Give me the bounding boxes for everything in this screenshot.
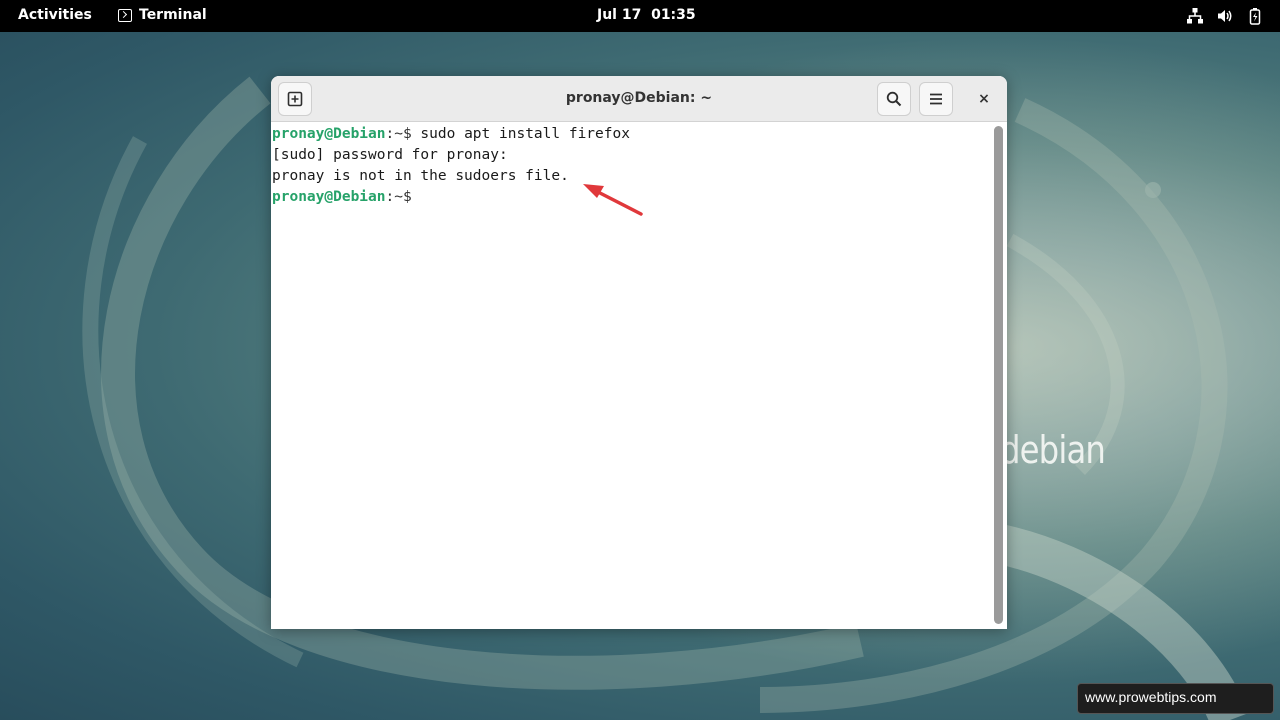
close-button[interactable]: × <box>973 88 995 110</box>
terminal-line: pronay@Debian:~$ <box>272 187 993 208</box>
top-bar: Activities Terminal Jul 17 01:35 <box>0 0 1280 32</box>
window-headerbar[interactable]: pronay@Debian: ~ × <box>271 76 1007 122</box>
terminal-output[interactable]: pronay@Debian:~$ sudo apt install firefo… <box>271 123 993 629</box>
battery-icon[interactable] <box>1246 7 1264 25</box>
prompt-user: pronay@Debian <box>272 126 386 142</box>
command-text: sudo apt install firefox <box>411 126 630 142</box>
close-icon: × <box>978 91 990 107</box>
activities-button[interactable]: Activities <box>18 7 92 23</box>
debian-logo-text: debian <box>1000 428 1106 472</box>
search-icon <box>886 91 902 107</box>
app-menu-terminal[interactable]: Terminal <box>118 7 207 23</box>
hamburger-menu-icon <box>930 93 942 105</box>
terminal-line: [sudo] password for pronay: <box>272 147 508 163</box>
watermark: www.prowebtips.com <box>1077 683 1274 714</box>
clock[interactable]: Jul 17 01:35 <box>597 7 696 23</box>
terminal-window[interactable]: pronay@Debian: ~ × pronay@Debian:~$ sudo… <box>271 76 1007 629</box>
menu-button[interactable] <box>919 82 953 116</box>
terminal-icon <box>118 8 132 22</box>
terminal-line: pronay@Debian:~$ sudo apt install firefo… <box>272 124 993 145</box>
system-tray[interactable] <box>1186 7 1264 25</box>
prompt-path: :~$ <box>385 126 412 142</box>
search-button[interactable] <box>877 82 911 116</box>
network-icon[interactable] <box>1186 7 1204 25</box>
volume-icon[interactable] <box>1216 7 1234 25</box>
prompt-path: :~$ <box>385 189 412 205</box>
terminal-line: pronay is not in the sudoers file. <box>272 168 569 184</box>
app-menu-label: Terminal <box>139 7 207 23</box>
prompt-user: pronay@Debian <box>272 189 386 205</box>
scrollbar[interactable] <box>994 126 1003 624</box>
